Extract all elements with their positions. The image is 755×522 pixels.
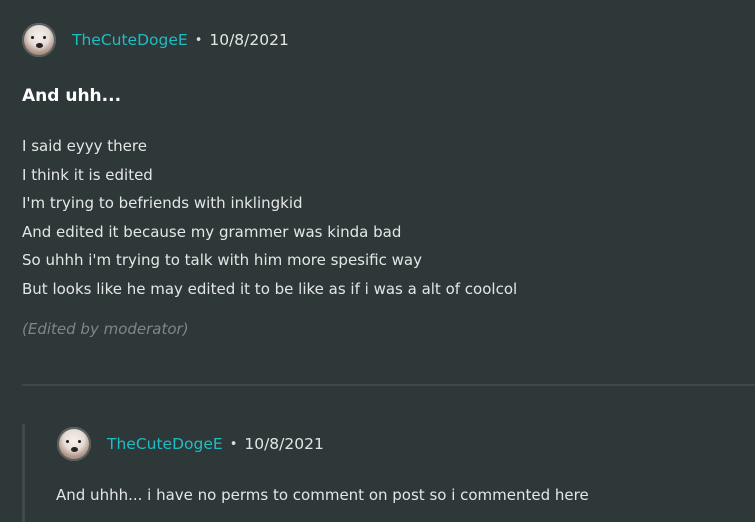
post-body-line: But looks like he may edited it to be li… xyxy=(22,279,518,298)
author-link[interactable]: TheCuteDogeE xyxy=(107,435,223,453)
divider xyxy=(22,384,755,386)
edited-note: (Edited by moderator) xyxy=(22,320,189,338)
comment-thread: TheCuteDogeE • 10/8/2021 And uhh... I sa… xyxy=(0,0,755,522)
separator-dot: • xyxy=(194,32,203,48)
avatar[interactable] xyxy=(57,427,91,461)
reply-date: 10/8/2021 xyxy=(244,435,324,453)
post-body-line: So uhhh i'm trying to talk with him more… xyxy=(22,251,422,270)
post-body-line: And edited it because my grammer was kin… xyxy=(22,222,402,241)
post-body-line: I said eyyy there xyxy=(22,137,147,155)
post-title: And uhh... xyxy=(22,86,122,106)
reply-body: And uhhh... i have no perms to comment o… xyxy=(56,486,589,504)
post-date: 10/8/2021 xyxy=(209,31,289,49)
separator-dot: • xyxy=(229,436,238,452)
post-body-line: I'm trying to befriends with inklingkid xyxy=(22,194,303,213)
reply-header: TheCuteDogeE • 10/8/2021 xyxy=(57,426,324,462)
author-link[interactable]: TheCuteDogeE xyxy=(72,31,188,49)
post-header: TheCuteDogeE • 10/8/2021 xyxy=(22,22,289,58)
post-body-line: I think it is edited xyxy=(22,165,153,184)
reply-comment: TheCuteDogeE • 10/8/2021 And uhhh... i h… xyxy=(22,424,755,522)
avatar[interactable] xyxy=(22,23,56,57)
post-body: I said eyyy there I think it is edited I… xyxy=(22,132,517,304)
